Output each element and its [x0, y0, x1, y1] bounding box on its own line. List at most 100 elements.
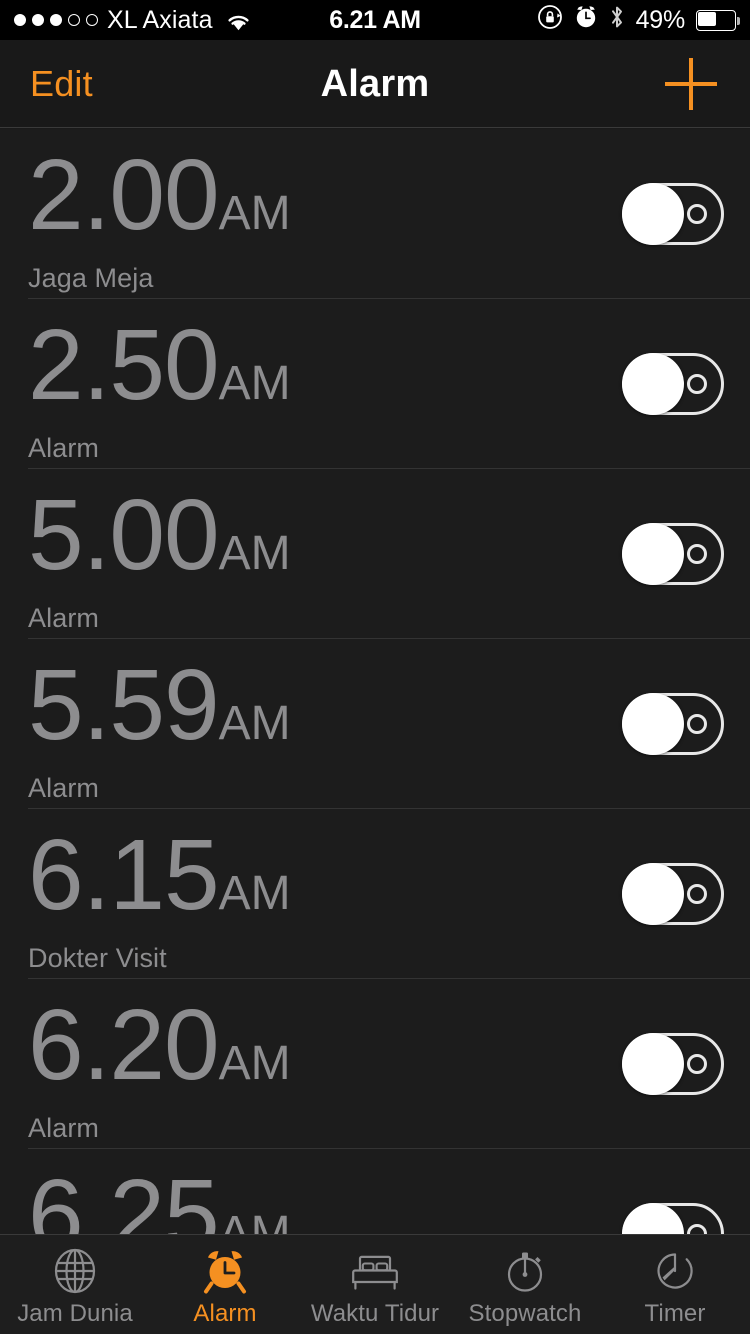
alarm-clock-icon	[198, 1244, 252, 1298]
alarm-toggle[interactable]	[622, 1203, 724, 1234]
navigation-bar: Edit Alarm	[0, 40, 750, 128]
alarm-row[interactable]: 2.00AM Jaga Meja	[0, 129, 750, 299]
alarm-row[interactable]: 6.20AM Alarm	[0, 979, 750, 1149]
alarm-list[interactable]: 2.00AM Jaga Meja 2.50AM Alarm 5.00AM Alarm 5.5…	[0, 129, 750, 1234]
alarm-text-block: 6.25AM	[28, 1163, 291, 1234]
alarm-text-block: 6.15AM Dokter Visit	[28, 823, 291, 974]
alarm-time-value: 6.20	[28, 989, 220, 1101]
alarm-meridiem: AM	[218, 187, 291, 240]
alarm-label: Alarm	[28, 603, 100, 633]
tab-alarm[interactable]: Alarm	[150, 1235, 300, 1334]
alarm-toggle[interactable]	[622, 693, 724, 755]
alarm-row[interactable]: 5.59AM Alarm	[0, 639, 750, 809]
signal-dot	[32, 14, 44, 26]
alarm-label: Jaga Meja	[28, 263, 154, 293]
tab-bar: Jam Dunia Alarm Waktu Tidur Stopwatch Timer	[0, 1234, 750, 1334]
signal-dot	[14, 14, 26, 26]
tab-jam-dunia[interactable]: Jam Dunia	[0, 1235, 150, 1334]
signal-dot	[86, 14, 98, 26]
alarm-meridiem: AM	[218, 1207, 291, 1234]
carrier-label: XL Axiata	[107, 5, 213, 34]
alarm-time-value: 5.00	[28, 479, 220, 591]
alarm-text-block: 5.00AM Alarm	[28, 483, 291, 634]
alarm-label: Alarm	[28, 433, 100, 463]
bluetooth-icon	[609, 4, 625, 37]
wifi-icon	[225, 10, 252, 31]
toggle-off-circle-icon	[687, 544, 707, 564]
tab-label: Waktu Tidur	[310, 1300, 440, 1327]
toggle-off-circle-icon	[687, 1224, 707, 1234]
alarm-meridiem: AM	[218, 1037, 291, 1090]
toggle-knob	[622, 1033, 684, 1095]
tab-label: Stopwatch	[468, 1300, 582, 1327]
alarm-text-block: 6.20AM Alarm	[28, 993, 291, 1144]
alarm-toggle[interactable]	[622, 1033, 724, 1095]
tab-waktu-tidur[interactable]: Waktu Tidur	[300, 1235, 450, 1334]
alarm-text-block: 2.00AM Jaga Meja	[28, 143, 291, 294]
rotation-lock-icon	[537, 4, 563, 37]
status-bar-left: XL Axiata	[0, 6, 252, 35]
alarm-time: 6.20AM	[28, 993, 291, 1116]
toggle-off-circle-icon	[687, 884, 707, 904]
alarm-clock-icon	[574, 4, 598, 37]
toggle-knob	[622, 523, 684, 585]
status-bar-clock: 6.21 AM	[329, 5, 421, 34]
alarm-text-block: 5.59AM Alarm	[28, 653, 291, 804]
alarm-toggle[interactable]	[622, 863, 724, 925]
alarm-label: Dokter Visit	[28, 943, 167, 973]
alarm-meridiem: AM	[218, 357, 291, 410]
tab-stopwatch[interactable]: Stopwatch	[450, 1235, 600, 1334]
toggle-knob	[622, 353, 684, 415]
alarm-row[interactable]: 2.50AM Alarm	[0, 299, 750, 469]
alarm-time-value: 2.50	[28, 309, 220, 421]
toggle-off-circle-icon	[687, 714, 707, 734]
tab-label: Jam Dunia	[17, 1300, 133, 1327]
timer-icon	[648, 1244, 702, 1298]
plus-icon-bar	[665, 82, 717, 86]
battery-percent-label: 49%	[635, 5, 686, 34]
alarm-toggle[interactable]	[622, 523, 724, 585]
toggle-knob	[622, 863, 684, 925]
alarm-time: 2.50AM	[28, 313, 291, 436]
signal-dot	[50, 14, 62, 26]
toggle-knob	[622, 693, 684, 755]
alarm-time: 5.00AM	[28, 483, 291, 606]
status-bar: XL Axiata 6.21 AM 49%	[0, 0, 750, 40]
alarm-time-value: 6.25	[28, 1159, 220, 1234]
toggle-knob	[622, 183, 684, 245]
signal-strength-dots	[14, 14, 98, 26]
add-alarm-button[interactable]	[660, 40, 722, 128]
alarm-label: Alarm	[28, 773, 100, 803]
alarm-row[interactable]: 5.00AM Alarm	[0, 469, 750, 639]
toggle-knob	[622, 1203, 684, 1234]
status-bar-right: 49%	[537, 0, 740, 40]
alarm-meridiem: AM	[218, 867, 291, 920]
alarm-meridiem: AM	[218, 527, 291, 580]
alarm-time: 5.59AM	[28, 653, 291, 776]
toggle-off-circle-icon	[687, 1054, 707, 1074]
alarm-time-value: 2.00	[28, 139, 220, 251]
alarm-toggle[interactable]	[622, 353, 724, 415]
alarm-row[interactable]: 6.25AM	[0, 1149, 750, 1234]
alarm-text-block: 2.50AM Alarm	[28, 313, 291, 464]
alarm-toggle[interactable]	[622, 183, 724, 245]
alarm-time: 2.00AM	[28, 143, 291, 266]
toggle-off-circle-icon	[687, 204, 707, 224]
alarm-time-value: 6.15	[28, 819, 220, 931]
alarm-app-screen: XL Axiata 6.21 AM 49% Edit Alarm 2.00AM …	[0, 0, 750, 1334]
battery-icon	[696, 9, 740, 31]
globe-icon	[48, 1244, 102, 1298]
alarm-row[interactable]: 6.15AM Dokter Visit	[0, 809, 750, 979]
alarm-meridiem: AM	[218, 697, 291, 750]
alarm-time: 6.25AM	[28, 1163, 291, 1234]
stopwatch-icon	[498, 1244, 552, 1298]
signal-dot	[68, 14, 80, 26]
bed-icon	[348, 1244, 402, 1298]
alarm-label: Alarm	[28, 1113, 100, 1143]
tab-label: Timer	[644, 1300, 706, 1327]
alarm-time-value: 5.59	[28, 649, 220, 761]
tab-label: Alarm	[193, 1300, 257, 1327]
alarm-time: 6.15AM	[28, 823, 291, 946]
tab-timer[interactable]: Timer	[600, 1235, 750, 1334]
toggle-off-circle-icon	[687, 374, 707, 394]
